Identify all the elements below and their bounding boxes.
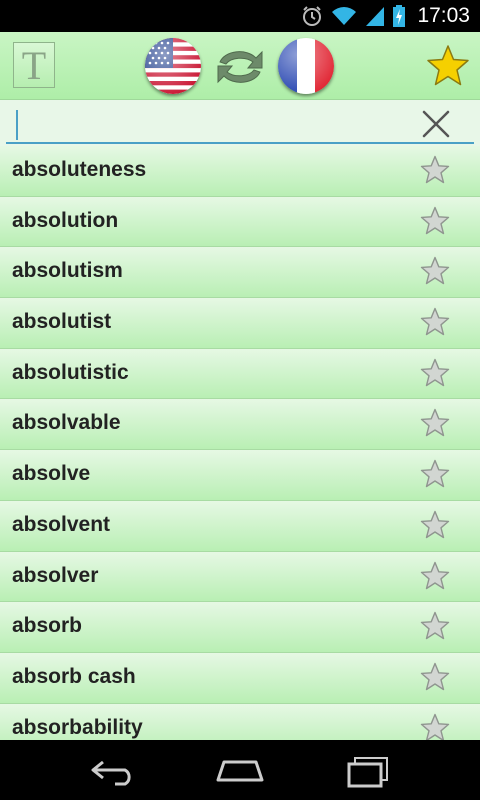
- star-icon[interactable]: [420, 206, 450, 236]
- star-icon[interactable]: [420, 561, 450, 591]
- search-bar: [0, 100, 480, 146]
- list-item[interactable]: absolve: [0, 450, 480, 501]
- star-icon[interactable]: [420, 408, 450, 438]
- back-icon[interactable]: [85, 750, 141, 790]
- swap-languages-button[interactable]: [212, 44, 268, 90]
- status-bar: 17:03: [0, 0, 480, 32]
- list-item[interactable]: absolvent: [0, 500, 480, 552]
- source-language-button[interactable]: [145, 38, 201, 94]
- word-label: absorb cash: [12, 664, 136, 688]
- target-language-button[interactable]: [278, 38, 334, 94]
- star-icon[interactable]: [420, 256, 450, 286]
- clock: 17:03: [417, 4, 470, 27]
- word-label: absolver: [12, 563, 99, 587]
- word-label: absorbability: [12, 715, 143, 739]
- word-label: absolutistic: [12, 360, 129, 384]
- word-label: absolvable: [12, 411, 121, 435]
- word-label: absorb: [12, 614, 83, 638]
- word-list[interactable]: absoluteness absolution absolutism absoluti…: [0, 146, 480, 740]
- list-item[interactable]: absolver: [0, 551, 480, 603]
- star-icon[interactable]: [420, 155, 450, 185]
- favorites-button[interactable]: [426, 44, 470, 88]
- star-icon[interactable]: [420, 358, 450, 388]
- clear-search-button[interactable]: [420, 108, 452, 140]
- star-icon[interactable]: [420, 307, 450, 337]
- word-label: absolve: [12, 462, 91, 486]
- star-icon[interactable]: [420, 713, 450, 740]
- word-label: absolutism: [12, 259, 123, 283]
- star-icon[interactable]: [420, 459, 450, 489]
- navigation-bar: [0, 740, 480, 800]
- list-item[interactable]: absolutism: [0, 247, 480, 299]
- star-icon[interactable]: [420, 662, 450, 692]
- toolbar: T: [0, 32, 480, 100]
- list-item[interactable]: absorb cash: [0, 652, 480, 704]
- list-item[interactable]: absoluteness: [0, 146, 480, 197]
- search-input[interactable]: [14, 106, 404, 140]
- fr-flag-icon: [278, 38, 334, 94]
- battery-charging-icon: [393, 5, 406, 27]
- text-size-button[interactable]: T: [13, 42, 55, 88]
- word-label: absolution: [12, 208, 119, 232]
- alarm-icon: [303, 6, 322, 26]
- star-icon[interactable]: [420, 611, 450, 641]
- signal-icon: [366, 7, 385, 26]
- word-label: absolutist: [12, 310, 112, 334]
- word-label: absolvent: [12, 512, 111, 536]
- list-item[interactable]: absorb: [0, 602, 480, 653]
- screen: 17:03 T absoluteness absolution absoluti…: [0, 0, 480, 800]
- list-item[interactable]: absolutist: [0, 298, 480, 349]
- list-item[interactable]: absorbability: [0, 703, 480, 740]
- wifi-icon: [332, 7, 357, 25]
- home-icon[interactable]: [212, 750, 268, 790]
- list-item[interactable]: absolutistic: [0, 348, 480, 400]
- list-item[interactable]: absolvable: [0, 399, 480, 451]
- list-item[interactable]: absolution: [0, 196, 480, 248]
- search-field: [6, 102, 474, 144]
- us-flag-icon: [145, 38, 201, 94]
- recent-apps-icon[interactable]: [339, 750, 395, 790]
- star-icon[interactable]: [420, 510, 450, 540]
- word-label: absoluteness: [12, 158, 147, 181]
